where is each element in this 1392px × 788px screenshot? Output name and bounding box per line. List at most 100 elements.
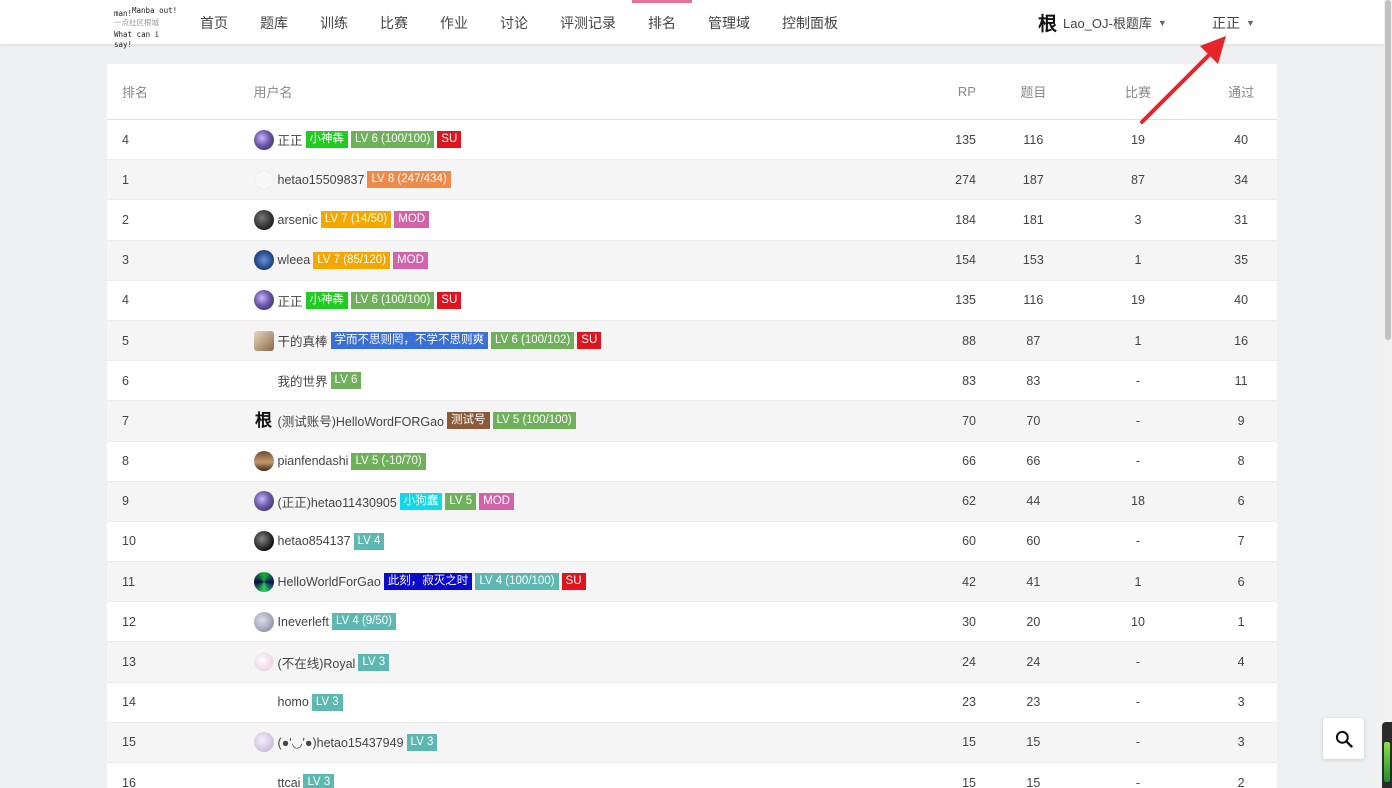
username-link[interactable]: wleea bbox=[278, 253, 311, 267]
username-link[interactable]: ttcai bbox=[278, 776, 301, 788]
avatar[interactable] bbox=[254, 371, 274, 391]
username-link[interactable]: 正正 bbox=[278, 130, 303, 149]
accepted-cell: 6 bbox=[1237, 494, 1245, 509]
username-link[interactable]: pianfendashi bbox=[278, 454, 349, 468]
contests-cell: - bbox=[1135, 454, 1141, 469]
username-link[interactable]: 我的世界 bbox=[278, 371, 328, 390]
avatar[interactable]: 根 bbox=[254, 411, 274, 431]
user-badge: 此刻，寂灭之时 bbox=[383, 573, 473, 591]
username-link[interactable]: arsenic bbox=[278, 213, 318, 227]
logo-line-3: 一点社区根城 bbox=[114, 18, 159, 27]
nav-item-2[interactable]: 训练 bbox=[304, 0, 364, 45]
rp-cell: 88 bbox=[962, 333, 976, 348]
search-button[interactable] bbox=[1323, 718, 1364, 759]
table-row: 1 hetao15509837 LV 8 (247/434) 274 187 87 34 bbox=[107, 160, 1277, 201]
rp-cell: 70 bbox=[962, 413, 976, 428]
user-badge: LV 6 (100/100) bbox=[351, 131, 435, 149]
rp-cell: 15 bbox=[962, 735, 976, 750]
table-body: 4 正正 小神犇 LV 6 (100/100) SU 135 116 19 40 1 hetao15… bbox=[107, 120, 1277, 788]
user-menu[interactable]: 正正 ▼ bbox=[1212, 0, 1255, 45]
scrollbar-thumb[interactable] bbox=[1385, 0, 1391, 340]
avatar[interactable] bbox=[253, 531, 274, 552]
avatar[interactable] bbox=[254, 773, 274, 788]
nav-item-0[interactable]: 首页 bbox=[184, 0, 244, 45]
nav-item-4[interactable]: 作业 bbox=[424, 0, 484, 45]
chevron-down-icon: ▼ bbox=[1157, 17, 1167, 28]
accepted-cell: 2 bbox=[1237, 775, 1245, 788]
username-link[interactable]: homo bbox=[278, 695, 309, 709]
avatar[interactable] bbox=[253, 290, 274, 311]
avatar[interactable] bbox=[253, 571, 274, 592]
nav-item-1[interactable]: 题库 bbox=[244, 0, 304, 45]
table-row: 4 正正 小神犇 LV 6 (100/100) SU 135 116 19 40 bbox=[107, 120, 1277, 161]
username-link[interactable]: (测试账号)HelloWordFORGao bbox=[278, 411, 444, 430]
user-cell: arsenic LV 7 (14/50) MOD bbox=[253, 209, 882, 230]
rp-cell: 66 bbox=[962, 454, 976, 469]
avatar[interactable] bbox=[253, 451, 274, 472]
avatar[interactable] bbox=[253, 250, 274, 271]
nav-item-5[interactable]: 讨论 bbox=[484, 0, 544, 45]
rank-cell: 16 bbox=[122, 775, 136, 788]
header-user: 用户名 bbox=[253, 85, 293, 100]
rp-cell: 24 bbox=[962, 655, 976, 670]
user-badge: 学而不思则罔，不学不思则爽 bbox=[330, 332, 489, 350]
user-badge: SU bbox=[577, 332, 602, 350]
avatar[interactable] bbox=[253, 169, 274, 190]
rank-cell: 8 bbox=[122, 454, 129, 469]
contests-cell: - bbox=[1135, 534, 1141, 549]
nav-item-3[interactable]: 比赛 bbox=[364, 0, 424, 45]
rp-cell: 184 bbox=[955, 212, 976, 227]
username-link[interactable]: (●'◡'●)hetao15437949 bbox=[278, 735, 404, 750]
problems-cell: 70 bbox=[1026, 413, 1041, 428]
problems-cell: 15 bbox=[1026, 775, 1041, 788]
username-link[interactable]: (不在线)Royal bbox=[278, 653, 356, 672]
username-link[interactable]: 正正 bbox=[278, 291, 303, 310]
table-row: 13 (不在线)Royal LV 3 24 24 - 4 bbox=[107, 642, 1277, 683]
accepted-cell: 1 bbox=[1237, 614, 1245, 629]
problems-cell: 23 bbox=[1026, 695, 1041, 710]
problems-cell: 116 bbox=[1023, 132, 1044, 147]
avatar[interactable] bbox=[253, 209, 274, 230]
nav-item-6[interactable]: 评测记录 bbox=[544, 0, 632, 45]
username-link[interactable]: 干的真棒 bbox=[278, 331, 328, 350]
rank-cell: 3 bbox=[122, 253, 129, 268]
search-icon bbox=[1335, 730, 1353, 748]
problems-cell: 44 bbox=[1026, 494, 1041, 509]
avatar[interactable] bbox=[254, 692, 274, 712]
problems-cell: 24 bbox=[1026, 655, 1041, 670]
nav-item-8[interactable]: 管理域 bbox=[692, 0, 766, 45]
avatar[interactable] bbox=[253, 491, 274, 512]
contests-cell: - bbox=[1135, 775, 1141, 788]
page-scrollbar[interactable] bbox=[1384, 0, 1392, 788]
table-row: 8 pianfendashi LV 5 (-10/70) 66 66 - 8 bbox=[107, 442, 1277, 482]
rp-cell: 62 bbox=[962, 494, 976, 509]
table-row: 2 arsenic LV 7 (14/50) MOD 184 181 3 31 bbox=[107, 200, 1277, 241]
username-link[interactable]: hetao854137 bbox=[278, 534, 351, 548]
problems-cell: 153 bbox=[1022, 253, 1044, 268]
username-link[interactable]: Ineverleft bbox=[278, 615, 329, 629]
site-logo[interactable]: man! Manba out! 一点社区根城 What can i say! bbox=[112, 5, 180, 49]
user-badge: 小神犇 bbox=[305, 131, 349, 149]
rank-cell: 4 bbox=[122, 132, 129, 147]
username-link[interactable]: HelloWorldForGao bbox=[278, 575, 381, 589]
avatar[interactable] bbox=[253, 330, 274, 351]
avatar[interactable] bbox=[253, 732, 274, 753]
site-glyph-icon: 根 bbox=[1038, 13, 1058, 35]
username-link[interactable]: (正正)hetao11430905 bbox=[278, 492, 397, 511]
side-widget[interactable] bbox=[1382, 722, 1392, 788]
nav-item-7[interactable]: 排名 bbox=[632, 0, 692, 45]
domain-switcher[interactable]: 根 Lao_OJ-根题库 ▼ bbox=[1038, 0, 1167, 45]
top-nav: man! Manba out! 一点社区根城 What can i say! 首… bbox=[0, 0, 1384, 49]
avatar[interactable] bbox=[253, 611, 274, 632]
header-problems: 题目 bbox=[1020, 85, 1047, 100]
accepted-cell: 35 bbox=[1234, 253, 1249, 268]
contests-cell: 1 bbox=[1134, 333, 1142, 348]
avatar[interactable] bbox=[253, 129, 274, 150]
username: 正正 bbox=[1212, 14, 1240, 31]
nav-item-9[interactable]: 控制面板 bbox=[766, 0, 854, 45]
logo-line-4: What can i say! bbox=[114, 30, 160, 49]
logo-line-2: Manba out! bbox=[132, 6, 178, 15]
avatar[interactable] bbox=[253, 652, 274, 673]
username-link[interactable]: hetao15509837 bbox=[278, 173, 365, 187]
rank-cell: 2 bbox=[122, 212, 129, 227]
